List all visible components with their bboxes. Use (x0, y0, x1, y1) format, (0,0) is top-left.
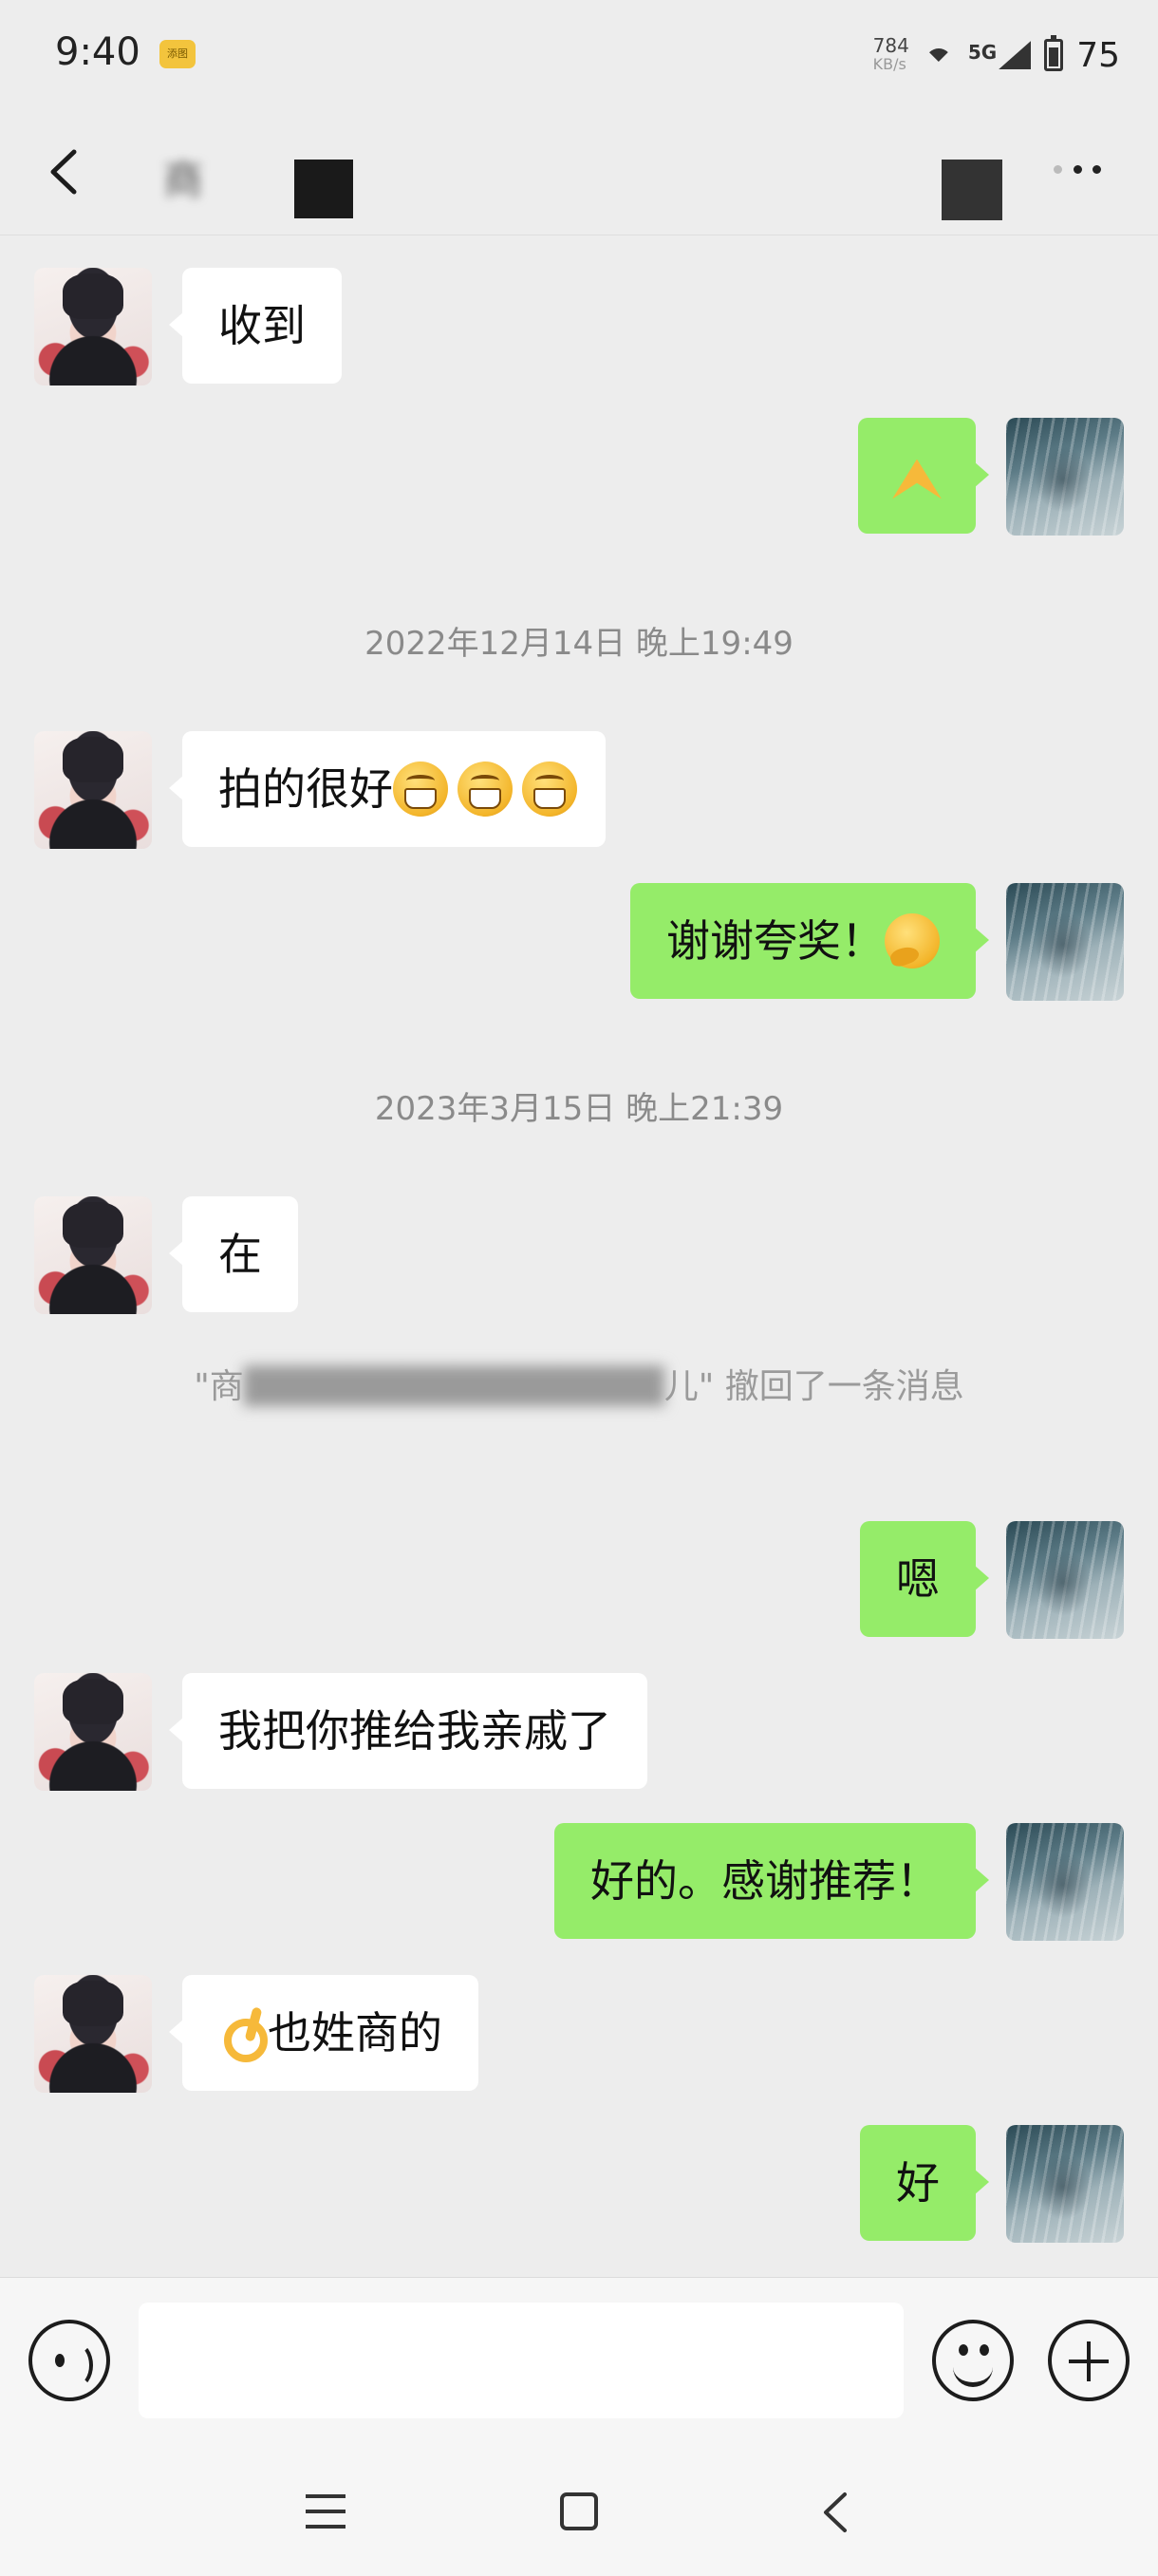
wifi-icon (923, 45, 955, 66)
hand-gesture-emoji-icon (888, 456, 945, 503)
message-text: 好的。感谢推荐！ (590, 1855, 940, 1907)
self-avatar[interactable] (1006, 1823, 1124, 1941)
message-bubble-sent[interactable]: 嗯 (860, 1521, 989, 1637)
message-text: 我把你推给我亲戚了 (218, 1705, 611, 1757)
recall-notice: "商████████████████儿" 撤回了一条消息 (85, 1360, 1073, 1415)
message-text: 在 (218, 1229, 262, 1280)
recent-apps-icon[interactable] (306, 2494, 346, 2529)
message-bubble-received[interactable]: 也姓商的 (169, 1975, 478, 2091)
message-bubble-received[interactable]: 在 (169, 1196, 298, 1312)
ok-hand-emoji-icon (220, 2005, 268, 2062)
chat-title: 商 (163, 157, 204, 203)
status-time: 9:40 (55, 30, 140, 74)
network-speed: 784 KB/s (873, 36, 909, 74)
cellular-signal: 5G (967, 41, 1032, 69)
system-nav-bar (0, 2443, 1158, 2576)
self-avatar[interactable] (1006, 1521, 1124, 1639)
input-bar (0, 2277, 1158, 2443)
message-bubble-received[interactable]: 拍的很好 (169, 731, 606, 847)
battery-icon (1044, 35, 1064, 71)
contact-avatar[interactable] (34, 268, 152, 385)
nav-back-icon[interactable] (816, 2491, 854, 2534)
recall-notice-name-end: 儿" (663, 1367, 715, 1406)
emoji-picker-icon[interactable] (932, 2320, 1014, 2401)
self-avatar[interactable] (1006, 883, 1124, 1001)
contact-avatar[interactable] (34, 1196, 152, 1314)
message-timestamp: 2022年12月14日 晚上19:49 (364, 625, 794, 663)
thinking-emoji-icon (885, 912, 940, 968)
network-speed-value: 784 (872, 34, 909, 57)
message-bubble-received[interactable]: 我把你推给我亲戚了 (169, 1673, 647, 1789)
add-attachment-icon[interactable] (1048, 2320, 1130, 2401)
message-text: 嗯 (896, 1553, 940, 1605)
network-type: 5G (967, 41, 998, 64)
grinning-emoji-icon (522, 761, 577, 817)
message-timestamp: 2023年3月15日 晚上21:39 (374, 1090, 784, 1128)
back-icon[interactable] (46, 148, 84, 196)
message-input[interactable] (139, 2303, 904, 2418)
message-text: 也姓商的 (268, 2007, 442, 2059)
recall-notice-text: 撤回了一条消息 (724, 1367, 964, 1406)
status-indicators: 784 KB/s 5G 75 (873, 27, 1120, 84)
self-avatar[interactable] (1006, 2125, 1124, 2243)
grinning-emoji-icon (393, 761, 448, 817)
message-text: 好 (896, 2157, 940, 2209)
grinning-emoji-icon (458, 761, 513, 817)
message-text: 收到 (218, 300, 306, 351)
voice-input-icon[interactable] (28, 2320, 110, 2401)
contact-avatar[interactable] (34, 731, 152, 849)
contact-avatar[interactable] (34, 1975, 152, 2093)
chat-header: 商 (0, 112, 1158, 235)
message-bubble-sent[interactable]: 好 (860, 2125, 989, 2241)
home-icon[interactable] (560, 2492, 598, 2530)
message-bubble-sent[interactable]: 好的。感谢推荐！ (554, 1823, 989, 1939)
message-text: 谢谢夸奖！ (666, 915, 885, 967)
message-text: 拍的很好 (218, 763, 393, 815)
signal-icon (999, 41, 1032, 69)
more-options-icon[interactable] (1054, 160, 1101, 179)
redaction-block (294, 160, 353, 218)
battery-level: 75 (1076, 35, 1120, 75)
redacted-name: ████████████████ (243, 1367, 664, 1406)
self-avatar[interactable] (1006, 418, 1124, 536)
status-bar: 9:40 添图 784 KB/s 5G 75 (0, 0, 1158, 112)
notification-badge-icon: 添图 (159, 40, 196, 68)
message-bubble-sent[interactable]: 谢谢夸奖！ (630, 883, 989, 999)
contact-avatar[interactable] (34, 1673, 152, 1791)
network-speed-unit: KB/s (872, 55, 906, 73)
recall-notice-name-start: "商 (194, 1367, 244, 1406)
message-bubble-sent[interactable] (858, 418, 989, 534)
redaction-block (942, 160, 1002, 220)
message-bubble-received[interactable]: 收到 (169, 268, 342, 384)
